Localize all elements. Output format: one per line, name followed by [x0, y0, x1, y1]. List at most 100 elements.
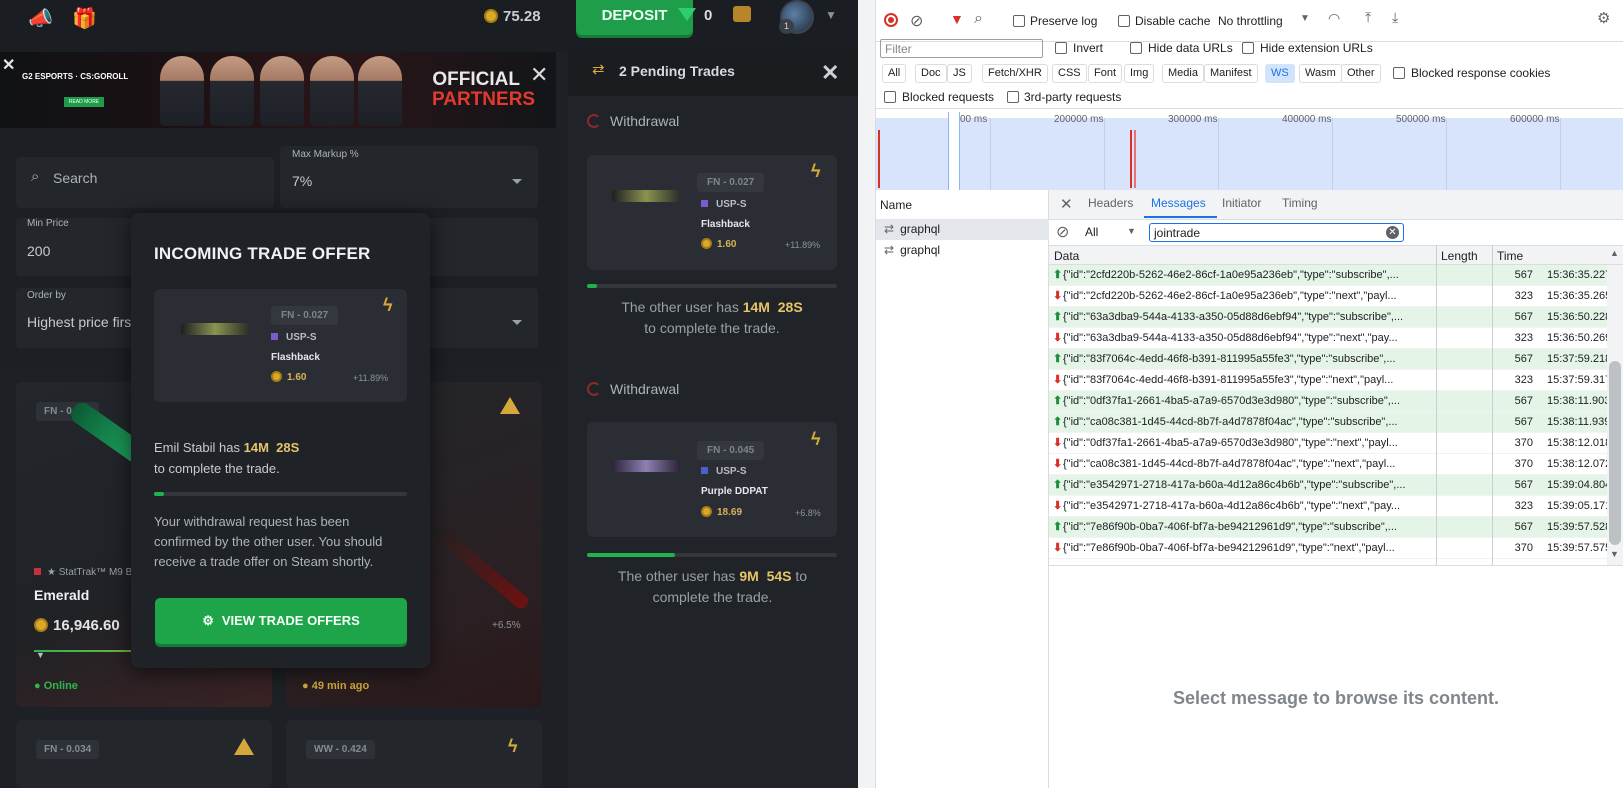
view-trade-offers-button[interactable]: ⚙ VIEW TRADE OFFERS	[155, 598, 407, 644]
gear-icon[interactable]: ⚙	[1597, 9, 1610, 27]
blocked-response-cookies-checkbox[interactable]	[1393, 67, 1405, 79]
gun-image	[612, 190, 680, 202]
avatar-level-badge: 1	[779, 19, 794, 34]
max-markup-label: Max Markup %	[292, 149, 359, 160]
min-price-value: 200	[27, 243, 51, 259]
record-icon[interactable]	[884, 13, 898, 27]
modal-countdown-minutes: 14M	[243, 440, 269, 455]
chip-all[interactable]: All	[882, 64, 907, 83]
chevron-down-icon[interactable]: ▼	[825, 8, 837, 22]
timeline-tick: 500000 ms	[1396, 114, 1446, 125]
weapon-type: USP-S	[701, 466, 747, 477]
disable-cache-checkbox[interactable]	[1118, 15, 1130, 27]
chevron-down-icon[interactable]: ▼	[1300, 13, 1310, 24]
trade-item-card[interactable]	[587, 422, 837, 537]
chevron-down-icon[interactable]: ▼	[1127, 226, 1136, 236]
request-row[interactable]: ⇄ graphql	[876, 240, 1049, 261]
chip-fetch-xhr[interactable]: Fetch/XHR	[982, 64, 1048, 83]
message-row[interactable]: ⬆ {"id":"83f7064c-4edd-46f8-b391-811995a5…	[1049, 349, 1611, 370]
skin-name: Purple DDPAT	[701, 486, 768, 497]
message-row[interactable]: ⬇ {"id":"e3542971-2718-417a-b60a-4d12a86c…	[1049, 496, 1611, 517]
close-icon[interactable]: ✕	[821, 60, 839, 86]
clear-messages-icon[interactable]: ⊘	[1056, 222, 1069, 242]
chip-css[interactable]: CSS	[1052, 64, 1087, 83]
filter-icon[interactable]: ▼	[950, 11, 964, 27]
deposit-button[interactable]: DEPOSIT	[576, 0, 693, 35]
blocked-requests-checkbox[interactable]	[884, 91, 896, 103]
tab-headers[interactable]: Headers	[1088, 196, 1133, 210]
upload-icon[interactable]: ⤒	[1365, 9, 1371, 26]
scroll-up-icon[interactable]: ▲	[1610, 248, 1619, 258]
download-icon[interactable]: ⤓	[1392, 9, 1398, 26]
scrollbar-thumb[interactable]	[1609, 361, 1621, 545]
message-row[interactable]: ⬆ {"id":"e3542971-2718-417a-b60a-4d12a86c…	[1049, 475, 1611, 496]
message-row[interactable]: ⬆ {"id":"0df37fa1-2661-4ba5-a7a9-6570d3e3…	[1049, 391, 1611, 412]
message-type-select[interactable]: All	[1085, 225, 1098, 239]
chip-wasm[interactable]: Wasm	[1299, 64, 1342, 83]
messages-grid-header	[1049, 245, 1623, 265]
chest-icon[interactable]	[733, 6, 751, 22]
message-time: 15:38:12.072	[1547, 458, 1612, 470]
message-row[interactable]: ⬇ {"id":"ca08c381-1d45-44cd-8b7f-a4d7878f…	[1049, 454, 1611, 475]
message-row[interactable]: ⬇ {"id":"83f7064c-4edd-46f8-b391-811995a5…	[1049, 370, 1611, 391]
message-filter-input[interactable]: jointrade	[1149, 223, 1404, 242]
message-row[interactable]: ⬆ {"id":"63a3dba9-544a-4133-a350-05d88d6e…	[1049, 307, 1611, 328]
chip-media[interactable]: Media	[1162, 64, 1204, 83]
tab-messages[interactable]: Messages	[1151, 196, 1206, 210]
message-data: {"id":"0df37fa1-2661-4ba5-a7a9-6570d3e3d…	[1063, 437, 1398, 449]
clear-icon[interactable]: ⊘	[910, 11, 923, 31]
scroll-down-icon[interactable]: ▼	[1610, 549, 1619, 559]
column-data[interactable]: Data	[1054, 249, 1079, 263]
loading-spinner-icon	[587, 382, 601, 396]
banner-close-icon[interactable]: ✕	[530, 62, 548, 88]
chip-js[interactable]: JS	[947, 64, 972, 83]
request-row[interactable]: ⇄ graphql	[876, 219, 1049, 240]
message-time: 15:38:11.903	[1547, 395, 1611, 407]
chip-img[interactable]: Img	[1124, 64, 1155, 83]
wifi-settings-icon[interactable]: ◠	[1328, 10, 1340, 27]
message-row[interactable]: ⬇ {"id":"2cfd220b-5262-46e2-86cf-1a0e95a2…	[1049, 286, 1611, 307]
chip-ws[interactable]: WS	[1265, 64, 1295, 83]
rarity-dot	[701, 200, 708, 207]
name-column-header[interactable]: Name	[880, 198, 912, 212]
hide-data-urls-checkbox[interactable]	[1130, 42, 1142, 54]
hide-extension-urls-checkbox[interactable]	[1242, 42, 1254, 54]
stattrak-text: ★ StatTrak™ M9 B	[47, 567, 133, 578]
timeline-selection[interactable]	[948, 112, 960, 190]
column-length[interactable]: Length	[1441, 249, 1478, 263]
banner-read-more-button[interactable]: READ MORE	[64, 97, 104, 107]
trade-progress-fill	[587, 553, 675, 557]
chip-doc[interactable]: Doc	[915, 64, 947, 83]
invert-checkbox[interactable]	[1055, 42, 1067, 54]
search-icon[interactable]: ⌕	[974, 10, 983, 28]
coin-icon	[271, 371, 282, 382]
devtools-splitter[interactable]	[858, 0, 876, 788]
column-time[interactable]: Time	[1497, 249, 1523, 263]
message-row[interactable]: ⬆ {"id":"ca08c381-1d45-44cd-8b7f-a4d7878f…	[1049, 412, 1610, 433]
message-row[interactable]: ⬆ {"id":"7e86f90b-0ba7-406f-bf7a-be942129…	[1049, 517, 1611, 538]
message-data: {"id":"7e86f90b-0ba7-406f-bf7a-be9421296…	[1063, 521, 1397, 533]
tab-initiator[interactable]: Initiator	[1222, 196, 1261, 210]
message-row[interactable]: ⬇ {"id":"7e86f90b-0ba7-406f-bf7a-be942129…	[1049, 538, 1611, 559]
filter-input[interactable]: Filter	[880, 39, 1043, 58]
message-row[interactable]: ⬆ {"id":"2cfd220b-5262-46e2-86cf-1a0e95a2…	[1049, 265, 1611, 286]
throttling-select[interactable]: No throttling	[1218, 14, 1283, 28]
chip-other[interactable]: Other	[1341, 64, 1381, 83]
message-row[interactable]: ⬇ {"id":"63a3dba9-544a-4133-a350-05d88d6e…	[1049, 328, 1611, 349]
third-party-checkbox[interactable]	[1007, 91, 1019, 103]
chip-font[interactable]: Font	[1088, 64, 1123, 83]
top-bar	[0, 0, 858, 52]
close-icon[interactable]: ✕	[2, 55, 15, 75]
chip-manifest[interactable]: Manifest	[1204, 64, 1258, 83]
megaphone-icon[interactable]: 📣	[28, 6, 53, 31]
tab-timing[interactable]: Timing	[1282, 196, 1318, 210]
online-status: ● Online	[34, 680, 78, 692]
message-length: 323	[1514, 332, 1533, 344]
gift-icon[interactable]: 🎁	[72, 6, 97, 31]
coin-icon	[34, 618, 48, 632]
clear-filter-icon[interactable]: ✕	[1386, 226, 1399, 239]
preserve-log-checkbox[interactable]	[1013, 15, 1025, 27]
coin-icon	[484, 9, 498, 23]
close-icon[interactable]: ✕	[1060, 195, 1073, 213]
message-row[interactable]: ⬇ {"id":"0df37fa1-2661-4ba5-a7a9-6570d3e3…	[1049, 433, 1611, 454]
